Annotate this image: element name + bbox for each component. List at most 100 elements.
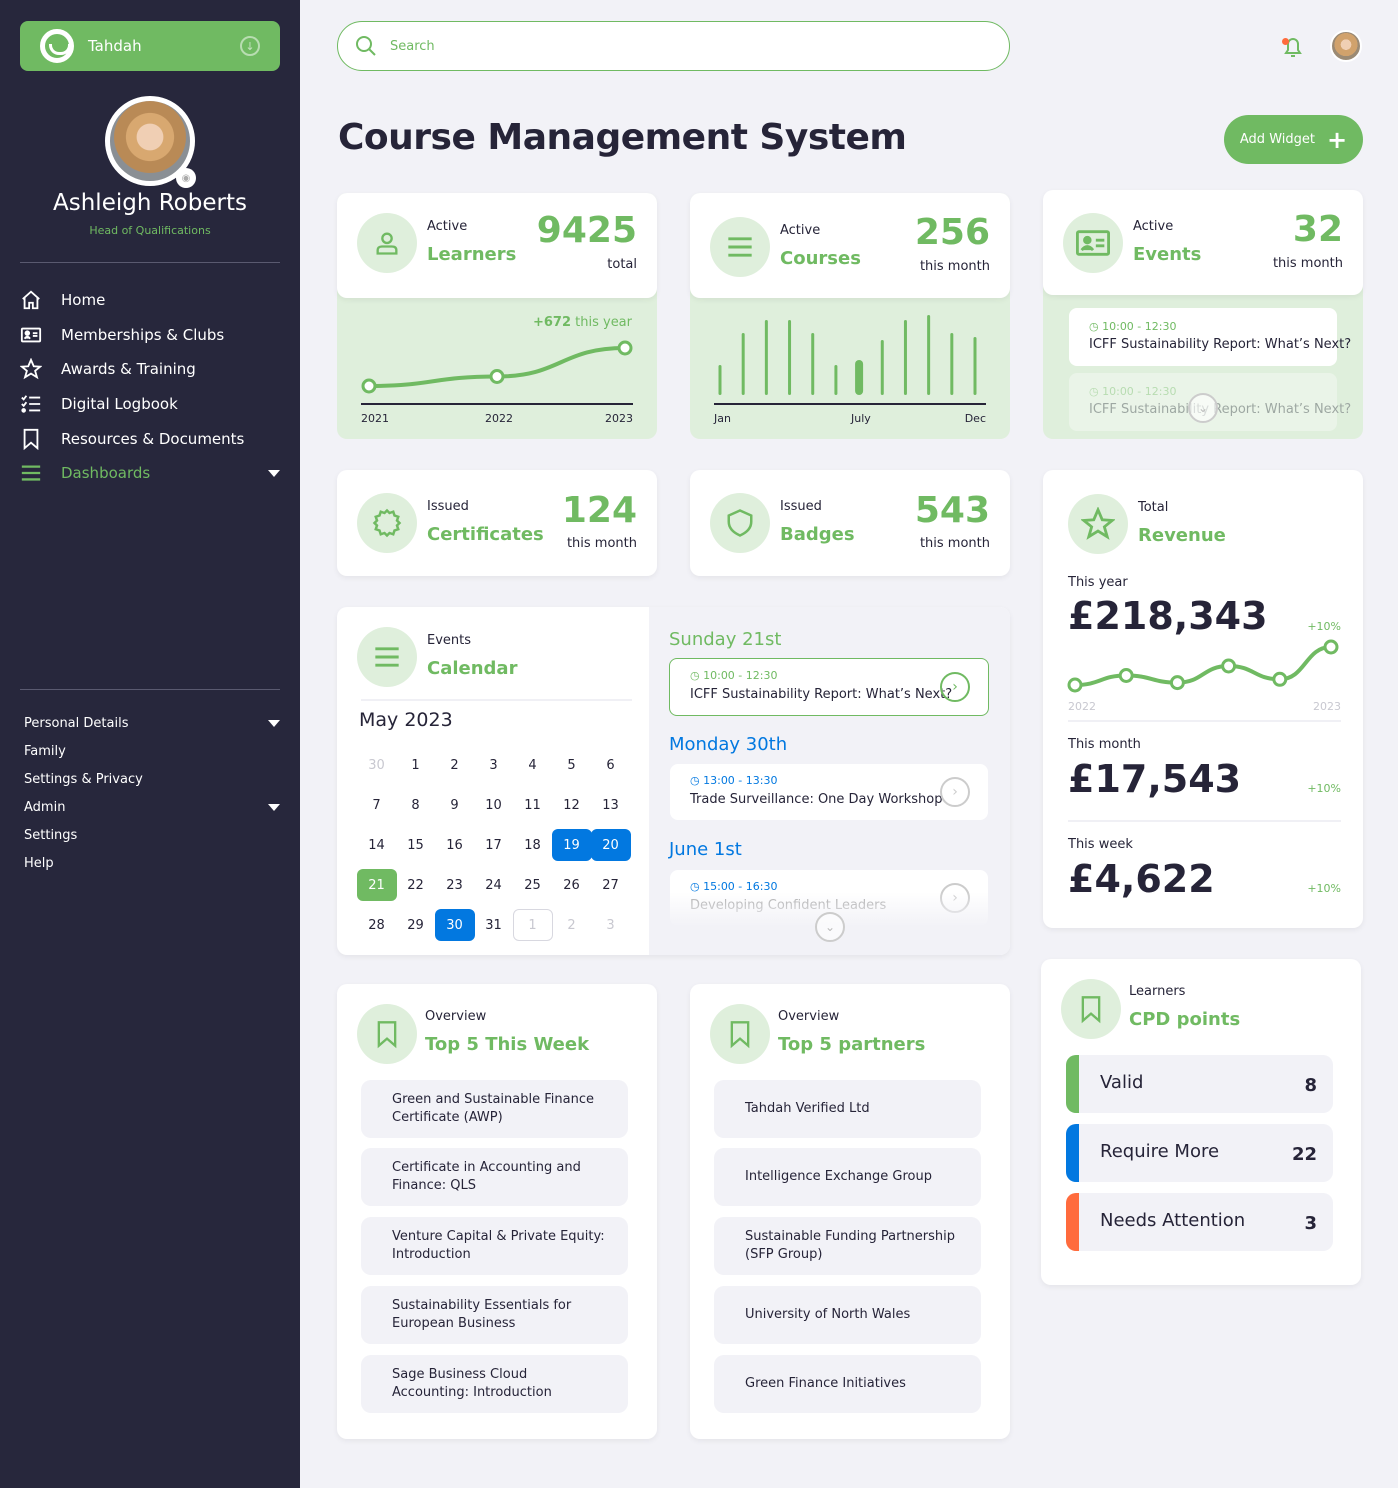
cpd-item-require-more[interactable]: Require More 22 [1066, 1124, 1333, 1182]
courses-bar-feb[interactable] [741, 333, 745, 395]
list-item[interactable]: Certificate in Accounting and Finance: Q… [361, 1148, 628, 1206]
calendar-day[interactable]: 26 [552, 869, 592, 901]
calendar-day[interactable]: 5 [552, 749, 592, 781]
list-item[interactable]: Green Finance Initiatives [714, 1355, 981, 1413]
event-item[interactable]: ◷ 10:00 - 12:30 ICFF Sustainability Repo… [1069, 308, 1351, 366]
chevron-down-icon[interactable] [268, 803, 280, 811]
chevron-down-icon[interactable] [268, 719, 280, 727]
brand-switcher[interactable]: Tahdah ↓ [20, 21, 280, 71]
chevron-right-icon[interactable]: › [940, 672, 970, 702]
events-card[interactable]: Active Events 32 this month [1043, 190, 1363, 295]
nav-family[interactable]: Family [24, 737, 282, 765]
courses-bar-may[interactable] [811, 333, 815, 395]
list-item[interactable]: Venture Capital & Private Equity: Introd… [361, 1217, 628, 1275]
revenue-data-point[interactable] [1067, 677, 1083, 693]
calendar-day[interactable]: 27 [591, 869, 631, 901]
calendar-day[interactable]: 3 [591, 909, 631, 941]
list-item[interactable]: Sustainability Essentials for European B… [361, 1286, 628, 1344]
calendar-day[interactable]: 18 [513, 829, 553, 861]
courses-bar-nov[interactable] [950, 333, 954, 395]
calendar-day[interactable]: 17 [474, 829, 514, 861]
nav-item-resources[interactable]: Resources & Documents [20, 421, 282, 456]
calendar-day[interactable]: 9 [435, 789, 475, 821]
courses-bar-sep[interactable] [903, 320, 907, 395]
revenue-data-point[interactable] [1272, 671, 1288, 687]
calendar-day[interactable]: 13 [591, 789, 631, 821]
calendar-day[interactable]: 11 [513, 789, 553, 821]
calendar-day[interactable]: 2 [552, 909, 592, 941]
nav-settings[interactable]: Settings [24, 821, 282, 849]
calendar-day[interactable]: 29 [396, 909, 436, 941]
scroll-down-icon[interactable]: ⌄ [1188, 393, 1218, 423]
add-widget-button[interactable]: Add Widget + [1224, 115, 1363, 164]
calendar-day[interactable]: 7 [357, 789, 397, 821]
cpd-item-needs-attention[interactable]: Needs Attention 3 [1066, 1193, 1333, 1251]
camera-icon[interactable]: ◉ [176, 168, 196, 188]
calendar-day[interactable]: 22 [396, 869, 436, 901]
learners-data-point[interactable] [361, 378, 377, 394]
courses-bar-jan[interactable] [718, 365, 722, 395]
courses-bar-jun[interactable] [834, 365, 838, 395]
courses-bar-apr[interactable] [788, 320, 792, 395]
nav-item-dashboards[interactable]: Dashboards [20, 456, 282, 491]
list-item[interactable]: Green and Sustainable Finance Certificat… [361, 1080, 628, 1138]
revenue-data-point[interactable] [1221, 658, 1237, 674]
nav-admin[interactable]: Admin [24, 793, 282, 821]
nav-item-memberships[interactable]: Memberships & Clubs [20, 318, 282, 353]
list-item[interactable]: Intelligence Exchange Group [714, 1148, 981, 1206]
courses-bar-mar[interactable] [764, 320, 768, 395]
calendar-day[interactable]: 25 [513, 869, 553, 901]
search-input[interactable] [390, 38, 950, 54]
chevron-right-icon[interactable]: › [940, 883, 970, 913]
calendar-day[interactable]: 14 [357, 829, 397, 861]
calendar-day[interactable]: 4 [513, 749, 553, 781]
chevron-right-icon[interactable]: › [940, 777, 970, 807]
courses-bar-dec[interactable] [973, 337, 977, 395]
calendar-day[interactable]: 6 [591, 749, 631, 781]
calendar-day[interactable]: 20 [590, 829, 631, 861]
download-icon[interactable]: ↓ [240, 36, 260, 56]
revenue-data-point[interactable] [1169, 675, 1185, 691]
agenda-event[interactable]: ◷ 10:00 - 12:30 ICFF Sustainability Repo… [669, 658, 989, 716]
cpd-item-valid[interactable]: Valid 8 [1066, 1055, 1333, 1113]
chevron-down-icon[interactable] [268, 469, 280, 477]
nav-item-home[interactable]: Home [20, 283, 282, 318]
courses-bar-aug[interactable] [880, 340, 884, 395]
calendar-day[interactable]: 21 [356, 869, 397, 901]
calendar-day[interactable]: 2 [435, 749, 475, 781]
calendar-day[interactable]: 16 [435, 829, 475, 861]
scroll-down-icon[interactable]: ⌄ [815, 912, 845, 942]
calendar-day[interactable]: 1 [512, 909, 553, 941]
calendar-day[interactable]: 28 [357, 909, 397, 941]
revenue-card[interactable]: Total Revenue This year £218,343 +10% 20… [1043, 470, 1363, 928]
calendar-day[interactable]: 1 [396, 749, 436, 781]
courses-bar-oct[interactable] [927, 315, 931, 395]
calendar-day[interactable]: 24 [474, 869, 514, 901]
revenue-data-point[interactable] [1118, 668, 1134, 683]
nav-settings-privacy[interactable]: Settings & Privacy [24, 765, 282, 793]
calendar-day[interactable]: 30 [357, 749, 397, 781]
calendar-day[interactable]: 3 [474, 749, 514, 781]
agenda-event[interactable]: ◷ 13:00 - 13:30 Trade Surveillance: One … [670, 764, 988, 820]
calendar-month[interactable]: May 2023 [359, 709, 453, 731]
learners-card[interactable]: Active Learners 9425 total [337, 193, 657, 298]
courses-bar-jul[interactable] [855, 360, 864, 395]
list-item[interactable]: Sage Business Cloud Accounting: Introduc… [361, 1355, 628, 1413]
list-item[interactable]: Tahdah Verified Ltd [714, 1080, 981, 1138]
list-item[interactable]: University of North Wales [714, 1286, 981, 1344]
courses-card[interactable]: Active Courses 256 this month [690, 193, 1010, 298]
nav-item-awards[interactable]: Awards & Training [20, 352, 282, 387]
calendar-day[interactable]: 31 [474, 909, 514, 941]
badges-card[interactable]: Issued Badges 543 this month [690, 470, 1010, 576]
calendar-day[interactable]: 8 [396, 789, 436, 821]
certificates-card[interactable]: Issued Certificates 124 this month [337, 470, 657, 576]
calendar-day[interactable]: 19 [551, 829, 592, 861]
list-item[interactable]: Sustainable Funding Partnership (SFP Gro… [714, 1217, 981, 1275]
nav-help[interactable]: Help [24, 849, 282, 877]
learners-data-point[interactable] [617, 340, 633, 356]
calendar-day[interactable]: 12 [552, 789, 592, 821]
learners-data-point[interactable] [489, 369, 505, 384]
revenue-data-point[interactable] [1323, 639, 1339, 655]
calendar-day[interactable]: 23 [435, 869, 475, 901]
search-bar[interactable] [337, 21, 1010, 71]
